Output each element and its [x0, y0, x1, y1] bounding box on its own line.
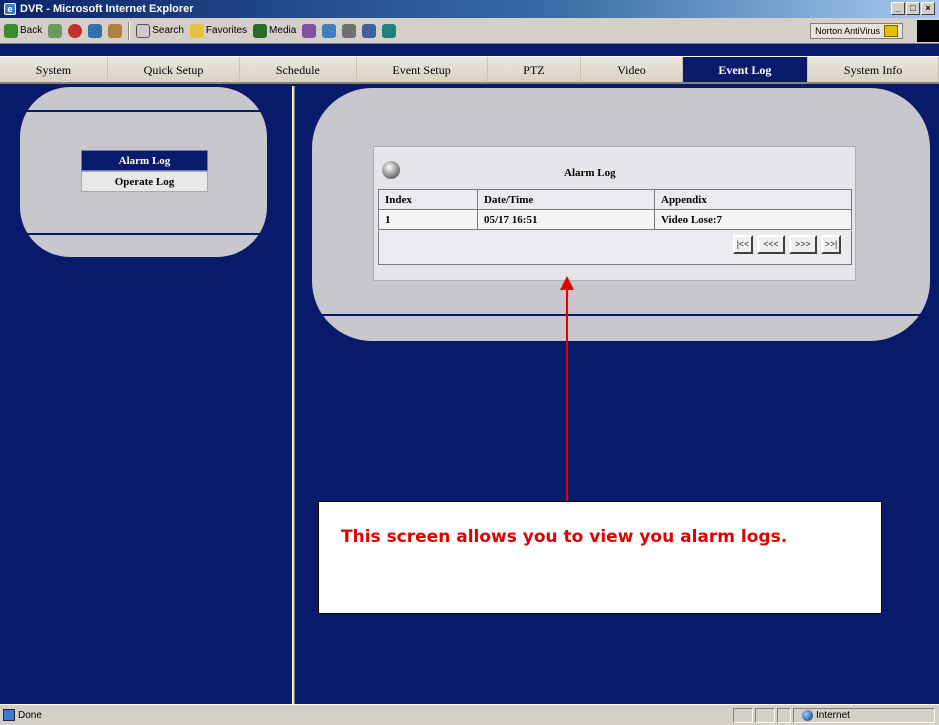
- page-icon: [3, 709, 15, 721]
- norton-icon: [884, 25, 898, 37]
- history-icon: [302, 23, 317, 38]
- annotation-text: This screen allows you to view you alarm…: [341, 527, 788, 547]
- ie-logo-icon: e: [4, 3, 16, 15]
- cell-datetime: 05/17 16:51: [477, 209, 655, 230]
- window-controls: _ □ ×: [891, 2, 935, 15]
- menu-system-info[interactable]: System Info: [808, 57, 939, 82]
- menu-quick-setup[interactable]: Quick Setup: [108, 57, 241, 82]
- search-icon: [136, 23, 151, 38]
- window-title: DVR - Microsoft Internet Explorer: [20, 3, 194, 15]
- home-icon: [108, 23, 123, 38]
- sidebar-item-operate-log[interactable]: Operate Log: [81, 171, 208, 192]
- media-icon: [253, 23, 268, 38]
- menu-event-log[interactable]: Event Log: [682, 57, 809, 82]
- edit-icon: [362, 23, 377, 38]
- first-page-button[interactable]: |<<: [733, 235, 753, 254]
- refresh-icon: [88, 23, 103, 38]
- sidebar-item-alarm-log[interactable]: Alarm Log: [81, 150, 208, 171]
- panel-divider: [20, 110, 267, 112]
- favorites-label: Favorites: [205, 25, 248, 36]
- forward-button[interactable]: [48, 23, 63, 38]
- search-button[interactable]: Search: [136, 23, 184, 38]
- panel-divider: [20, 233, 267, 235]
- discuss-button[interactable]: [382, 23, 397, 38]
- history-button[interactable]: [302, 23, 317, 38]
- security-zone[interactable]: Internet: [793, 708, 935, 723]
- refresh-button[interactable]: [88, 23, 103, 38]
- status-cell: [755, 708, 775, 723]
- log-title: Alarm Log: [564, 167, 616, 179]
- annotation-callout: This screen allows you to view you alarm…: [318, 501, 882, 614]
- edit-button[interactable]: [362, 23, 377, 38]
- next-page-button[interactable]: >>>: [789, 235, 817, 254]
- frame-splitter[interactable]: [292, 86, 295, 704]
- maximize-button[interactable]: □: [906, 2, 920, 15]
- minimize-button[interactable]: _: [891, 2, 905, 15]
- norton-antivirus-button[interactable]: Norton AntiVirus: [810, 23, 903, 39]
- forward-arrow-icon: [48, 23, 63, 38]
- main-menu-bar: System Quick Setup Schedule Event Setup …: [0, 56, 939, 84]
- panel-divider: [312, 314, 930, 316]
- print-icon: [342, 23, 357, 38]
- toolbar-separator: [128, 21, 131, 40]
- column-header-datetime: Date/Time: [477, 189, 655, 210]
- menu-event-setup[interactable]: Event Setup: [357, 57, 488, 82]
- table-header-row: Index Date/Time Appendix: [378, 189, 852, 210]
- browser-toolbar: Back Search Favorites Media Norton AntiV…: [0, 18, 939, 44]
- pager-row: |<< <<< >>> >>|: [378, 231, 852, 265]
- status-left: Done: [0, 709, 42, 721]
- back-arrow-icon: [4, 23, 18, 38]
- camera-icon: [382, 161, 400, 179]
- mail-button[interactable]: [322, 23, 337, 38]
- cell-index: 1: [378, 209, 478, 230]
- internet-globe-icon: [802, 710, 813, 721]
- cell-appendix: Video Lose:7: [654, 209, 852, 230]
- table-row: 1 05/17 16:51 Video Lose:7: [378, 209, 852, 230]
- media-button[interactable]: Media: [253, 23, 297, 38]
- search-label: Search: [152, 25, 184, 36]
- home-button[interactable]: [108, 23, 123, 38]
- close-button[interactable]: ×: [921, 2, 935, 15]
- back-button[interactable]: Back: [4, 23, 43, 38]
- media-label: Media: [269, 25, 297, 36]
- alarm-log-box: Alarm Log Index Date/Time Appendix 1 05/…: [373, 146, 856, 281]
- window-title-bar: e DVR - Microsoft Internet Explorer _ □ …: [0, 0, 939, 18]
- status-cell: [733, 708, 753, 723]
- mail-icon: [322, 23, 337, 38]
- column-header-index: Index: [378, 189, 478, 210]
- zone-label: Internet: [816, 710, 850, 721]
- menu-schedule[interactable]: Schedule: [240, 57, 357, 82]
- stop-icon: [68, 23, 83, 38]
- status-cell: [777, 708, 791, 723]
- status-bar: Done Internet: [0, 704, 939, 725]
- column-header-appendix: Appendix: [654, 189, 852, 210]
- favorites-button[interactable]: Favorites: [189, 23, 248, 38]
- status-text: Done: [18, 709, 42, 721]
- event-log-submenu: Alarm Log Operate Log: [81, 150, 208, 192]
- prev-page-button[interactable]: <<<: [757, 235, 785, 254]
- discuss-icon: [382, 23, 397, 38]
- favorites-icon: [189, 23, 204, 38]
- last-page-button[interactable]: >>|: [821, 235, 841, 254]
- alarm-log-table: Index Date/Time Appendix 1 05/17 16:51 V…: [378, 189, 852, 230]
- norton-label: Norton AntiVirus: [815, 26, 880, 36]
- log-header: Alarm Log: [374, 153, 855, 187]
- menu-system[interactable]: System: [0, 57, 108, 82]
- stop-button[interactable]: [68, 23, 83, 38]
- print-button[interactable]: [342, 23, 357, 38]
- back-label: Back: [20, 25, 43, 36]
- throbber-icon: [917, 20, 939, 42]
- pager: |<< <<< >>> >>|: [733, 235, 841, 254]
- annotation-arrow: [566, 287, 568, 501]
- menu-video[interactable]: Video: [581, 57, 683, 82]
- menu-ptz[interactable]: PTZ: [488, 57, 582, 82]
